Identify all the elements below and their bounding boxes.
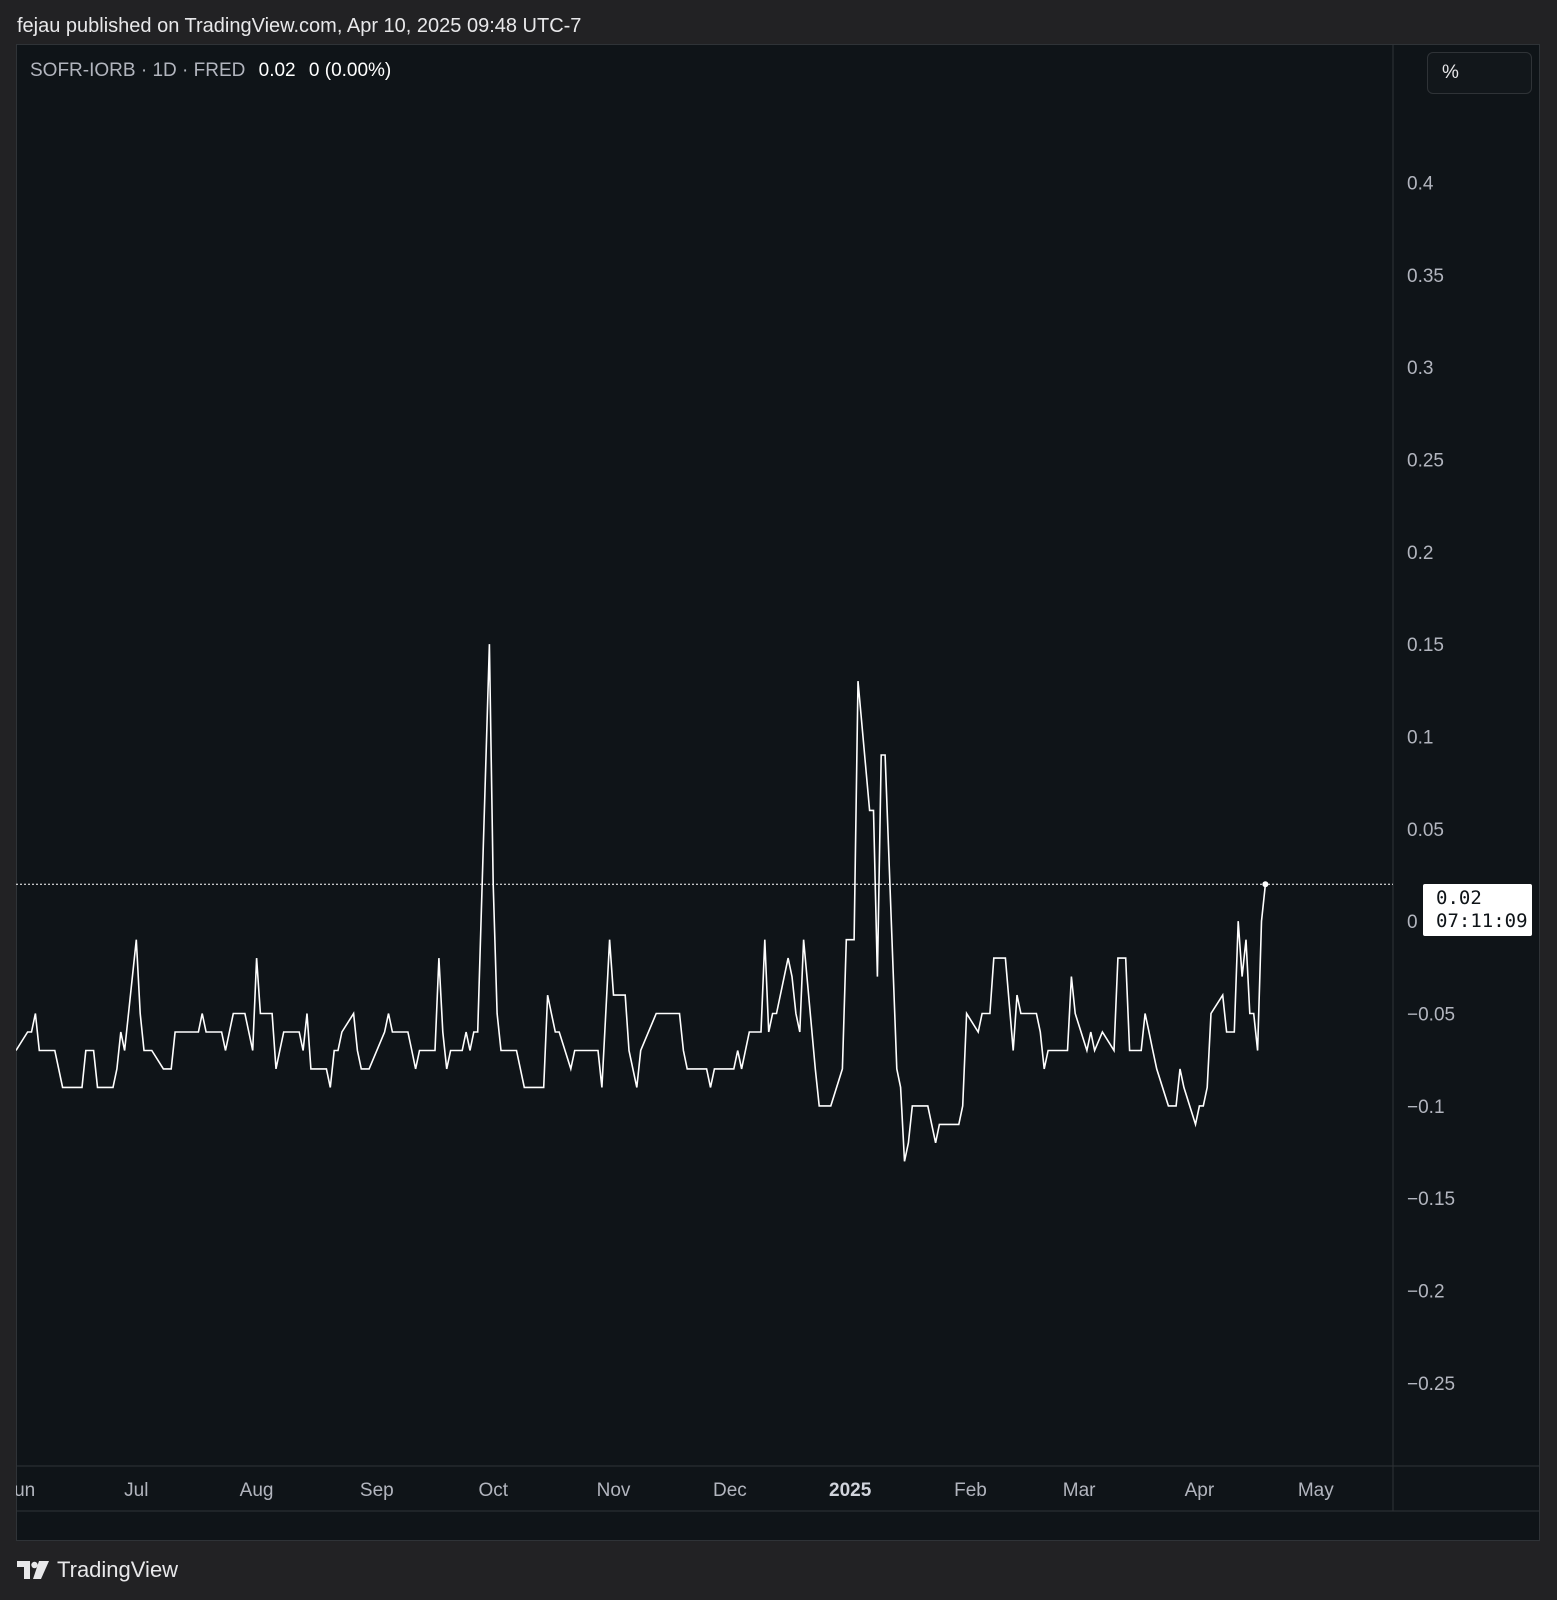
time-axis[interactable]: Jun Jul Aug Sep Oct Nov Dec 2025 Feb Mar Apr May	[16, 1480, 1334, 1501]
y-tick-label: 0.35	[1407, 266, 1444, 287]
legend-symbol: SOFR-IORB · 1D · FRED	[30, 60, 246, 81]
legend-change: 0 (0.00%)	[308, 60, 392, 81]
y-tick-label: −0.1	[1407, 1097, 1445, 1118]
tradingview-logo-icon	[17, 1561, 49, 1579]
x-tick-label: Jun	[16, 1480, 35, 1501]
line-chart[interactable]: 0.4 0.35 0.3 0.25 0.2 0.15 0.1 0.05 0 −0.05 −0.1 −0…	[16, 44, 1540, 1541]
y-tick-label: 0.4	[1407, 174, 1434, 195]
series-line-sofr-iorb	[16, 644, 1267, 1162]
bar-countdown: 07:11:09	[1436, 910, 1528, 932]
x-tick-label: Nov	[597, 1480, 631, 1501]
y-tick-label: −0.25	[1407, 1374, 1455, 1395]
brand-name: TradingView	[57, 1557, 179, 1582]
x-tick-label: May	[1298, 1480, 1334, 1501]
y-tick-label: 0.1	[1407, 728, 1433, 749]
x-tick-label: Mar	[1063, 1480, 1096, 1501]
last-value-dot	[1262, 881, 1269, 888]
publisher-text: fejau published on TradingView.com, Apr …	[17, 15, 582, 37]
last-price-label: 0.02 07:11:09	[1423, 884, 1532, 936]
y-tick-label: 0	[1407, 912, 1418, 933]
unit-selector[interactable]: %	[1427, 52, 1532, 94]
x-tick-label: Apr	[1185, 1480, 1215, 1501]
x-tick-label: Jul	[124, 1480, 148, 1501]
y-tick-label: 0.2	[1407, 543, 1433, 564]
y-tick-label: 0.05	[1407, 820, 1444, 841]
last-price-value: 0.02	[1436, 887, 1482, 909]
x-tick-label: 2025	[829, 1480, 872, 1501]
x-tick-label: Sep	[360, 1480, 394, 1501]
footer-branding[interactable]: TradingView	[17, 1554, 178, 1586]
x-tick-label: Aug	[240, 1480, 274, 1501]
y-tick-label: −0.05	[1407, 1005, 1455, 1026]
series-legend[interactable]: SOFR-IORB · 1D · FRED 0.02 0 (0.00%)	[30, 58, 391, 84]
x-tick-label: Dec	[713, 1480, 747, 1501]
x-tick-label: Feb	[954, 1480, 987, 1501]
y-tick-label: −0.15	[1407, 1189, 1455, 1210]
y-tick-label: −0.2	[1407, 1282, 1445, 1303]
price-axis[interactable]: 0.4 0.35 0.3 0.25 0.2 0.15 0.1 0.05 0 −0.05 −0.1 −0…	[1407, 174, 1455, 1395]
y-tick-label: 0.3	[1407, 358, 1433, 379]
y-tick-label: 0.15	[1407, 635, 1444, 656]
legend-last-value: 0.02	[258, 60, 296, 81]
x-tick-label: Oct	[478, 1480, 508, 1501]
y-tick-label: 0.25	[1407, 451, 1444, 472]
